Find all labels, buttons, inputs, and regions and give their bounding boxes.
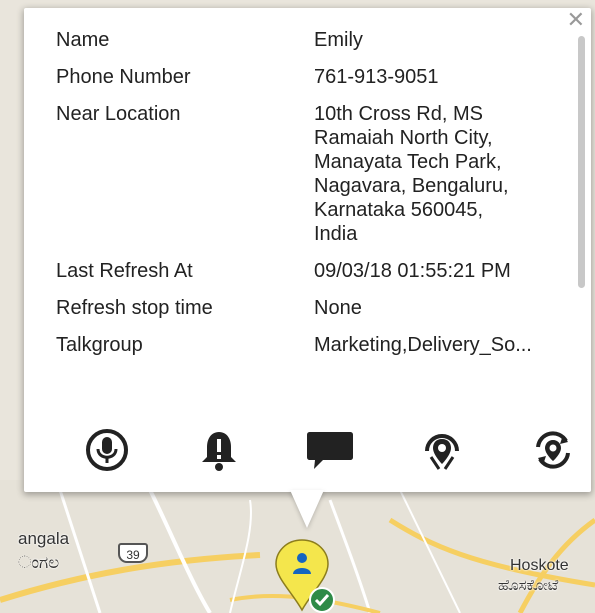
row-value: None xyxy=(314,297,362,319)
alert-button[interactable] xyxy=(192,423,246,477)
info-row-location: Near Location 10th Cross Rd, MS Ramaiah … xyxy=(56,102,576,246)
route-shield: 39 xyxy=(118,543,148,563)
info-window-pointer xyxy=(290,490,324,528)
info-row-name: Name Emily xyxy=(56,28,576,52)
locate-button[interactable] xyxy=(415,423,469,477)
info-window: ✕ Name Emily Phone Number 761-913-9051 N… xyxy=(24,8,591,492)
map-place-label-local: ಂಗಲ xyxy=(18,553,60,572)
location-refresh-icon xyxy=(536,431,570,469)
info-row-talkgroup: Talkgroup Marketing,Delivery_So... xyxy=(56,333,576,357)
bell-icon xyxy=(201,432,236,471)
track-button[interactable] xyxy=(526,423,580,477)
row-value: Emily xyxy=(314,29,363,51)
info-details: Name Emily Phone Number 761-913-9051 Nea… xyxy=(56,28,576,398)
chat-bubble-icon xyxy=(307,432,353,469)
row-value: 10th Cross Rd, MS Ramaiah North City, Ma… xyxy=(314,103,509,245)
info-row-last-refresh: Last Refresh At 09/03/18 01:55:21 PM xyxy=(56,259,576,283)
action-bar xyxy=(80,422,580,478)
person-icon xyxy=(297,553,307,563)
row-label: Refresh stop time xyxy=(56,297,213,319)
map-place-label: angala xyxy=(18,529,70,548)
row-value: 761-913-9051 xyxy=(314,66,439,88)
map-place-label-local: ಹೊಸಕೋಟೆ xyxy=(498,577,559,594)
message-button[interactable] xyxy=(303,423,357,477)
row-label: Near Location xyxy=(56,103,181,125)
row-label: Talkgroup xyxy=(56,334,143,356)
info-row-refresh-stop: Refresh stop time None xyxy=(56,296,576,320)
scrollbar[interactable] xyxy=(578,36,585,288)
row-value: 09/03/18 01:55:21 PM xyxy=(314,260,511,282)
row-label: Name xyxy=(56,29,110,51)
row-value: Marketing,Delivery_So... xyxy=(314,334,532,356)
map-place-label: Hoskote xyxy=(510,557,569,574)
row-label: Phone Number xyxy=(56,66,191,88)
row-label: Last Refresh At xyxy=(56,260,193,282)
location-pin-icon xyxy=(424,434,459,470)
info-row-phone: Phone Number 761-913-9051 xyxy=(56,65,576,89)
microphone-icon xyxy=(86,429,128,471)
ptt-call-button[interactable] xyxy=(80,423,134,477)
